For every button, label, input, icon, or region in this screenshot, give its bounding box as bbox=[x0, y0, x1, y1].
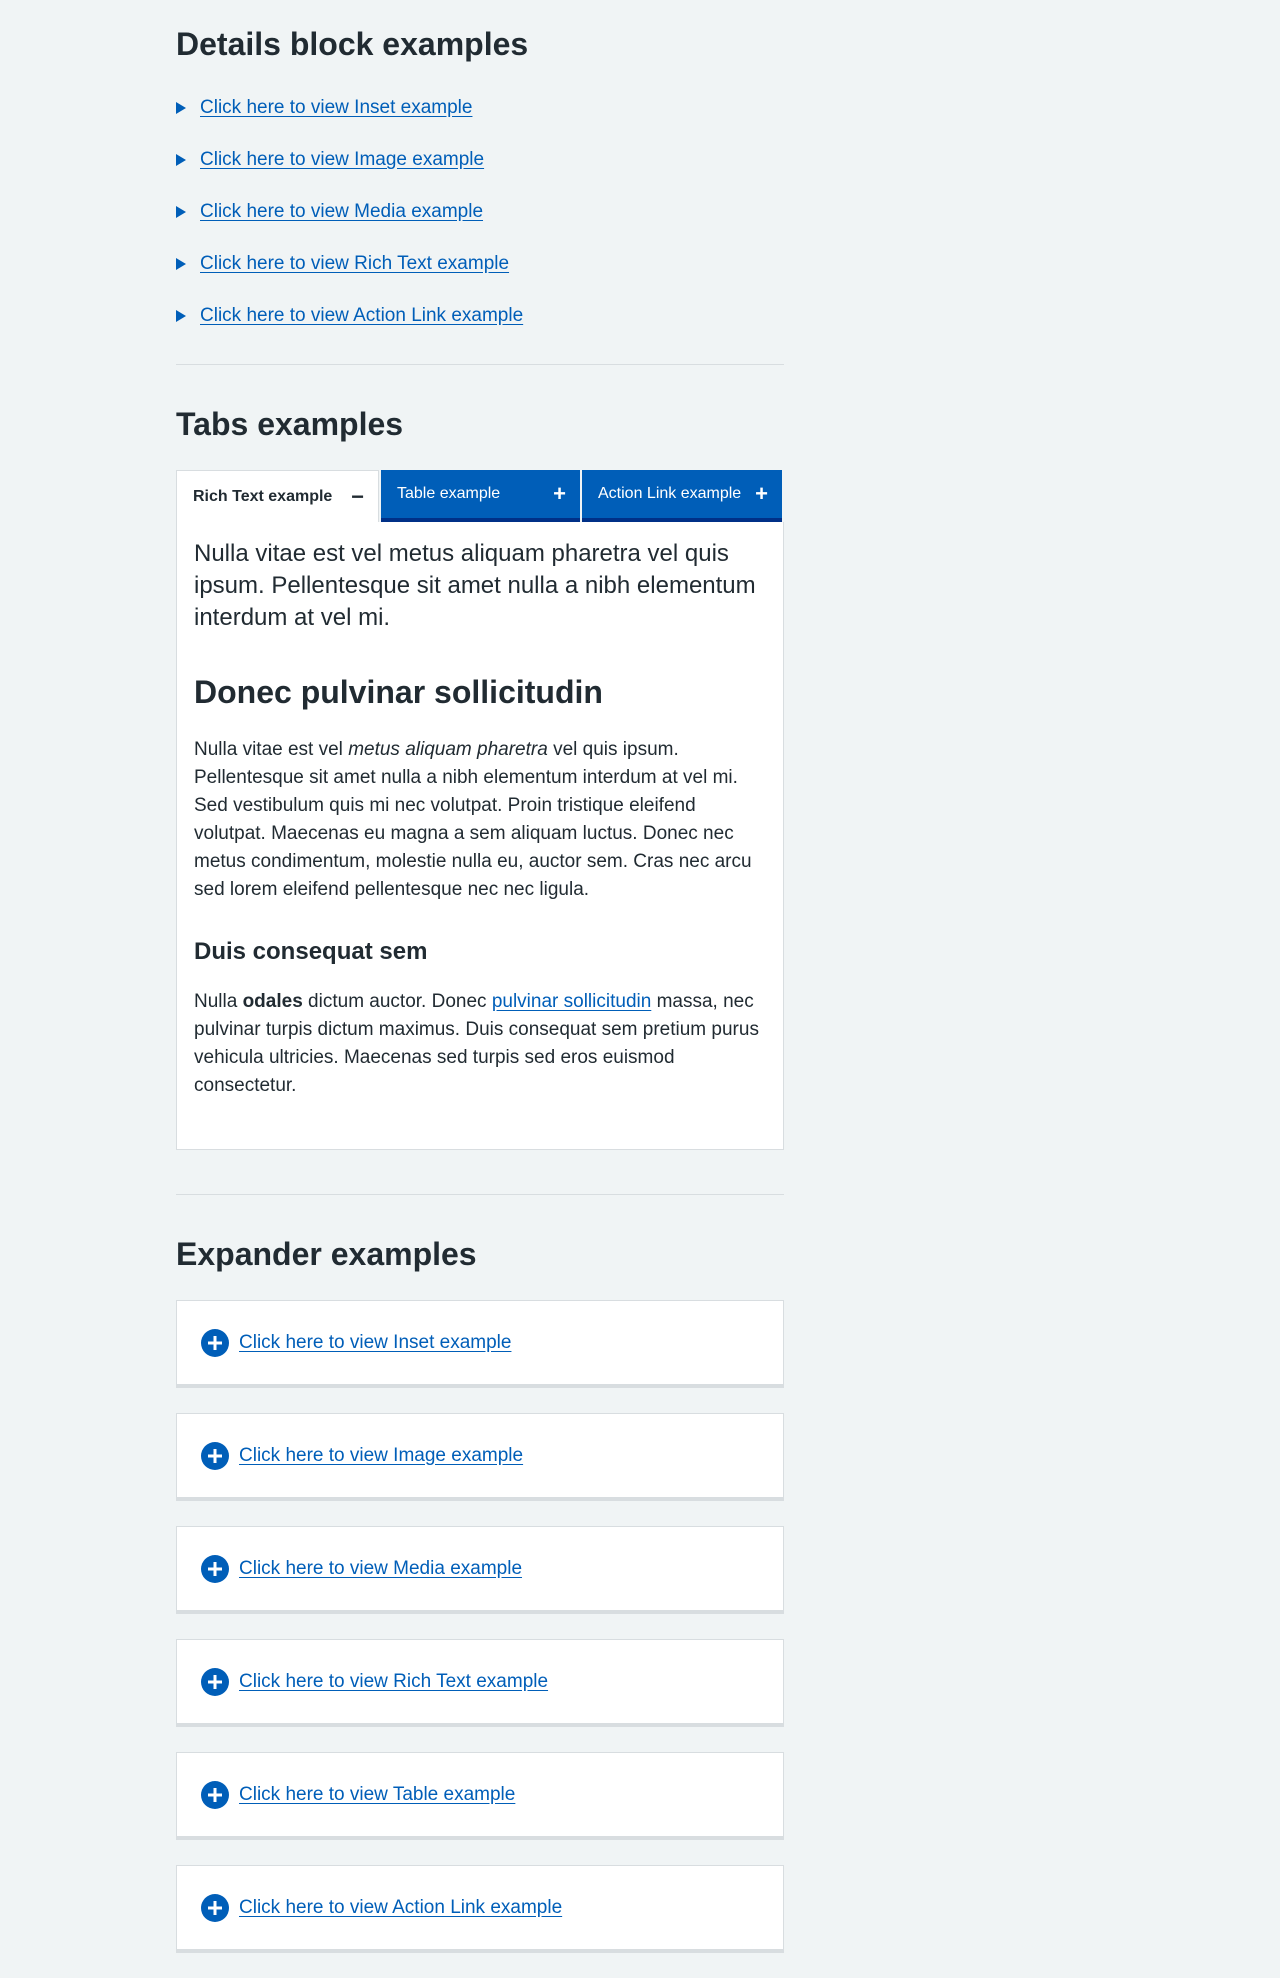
tab-list: Rich Text example − Table example + Acti… bbox=[176, 470, 784, 522]
text-run: vel quis ipsum. Pellentesque sit amet nu… bbox=[194, 739, 752, 900]
triangle-right-icon bbox=[176, 310, 186, 322]
details-summary-link[interactable]: Click here to view Action Link example bbox=[200, 305, 523, 327]
bold-text: odales bbox=[242, 991, 303, 1012]
italic-text: metus aliquam pharetra bbox=[348, 739, 548, 760]
section-divider bbox=[176, 1194, 784, 1195]
plus-circle-icon bbox=[201, 1667, 229, 1696]
expander-link[interactable]: Click here to view Image example bbox=[239, 1445, 523, 1467]
expander-link[interactable]: Click here to view Rich Text example bbox=[239, 1671, 548, 1693]
plus-icon: + bbox=[755, 481, 768, 506]
expander-link[interactable]: Click here to view Inset example bbox=[239, 1332, 511, 1354]
details-item-inset[interactable]: Click here to view Inset example bbox=[176, 82, 784, 134]
triangle-right-icon bbox=[176, 154, 186, 166]
expander-rich-text[interactable]: Click here to view Rich Text example bbox=[176, 1639, 784, 1727]
inline-link[interactable]: pulvinar sollicitudin bbox=[492, 991, 651, 1012]
expander-table[interactable]: Click here to view Table example bbox=[176, 1752, 784, 1840]
expander-title: Expander examples bbox=[176, 1236, 477, 1272]
lede-text: Nulla vitae est vel metus aliquam pharet… bbox=[194, 540, 756, 631]
section-divider bbox=[176, 364, 784, 365]
tab-label: Action Link example bbox=[598, 485, 742, 502]
tab-label: Table example bbox=[397, 485, 501, 502]
expander-link[interactable]: Click here to view Media example bbox=[239, 1558, 522, 1580]
tab-panel: Nulla vitae est vel metus aliquam pharet… bbox=[176, 522, 784, 1150]
panel-subheading: Duis consequat sem bbox=[194, 938, 428, 965]
plus-circle-icon bbox=[201, 1328, 229, 1357]
tabs-title: Tabs examples bbox=[176, 406, 404, 442]
expander-inset[interactable]: Click here to view Inset example bbox=[176, 1300, 784, 1388]
expander-action-link[interactable]: Click here to view Action Link example bbox=[176, 1865, 784, 1953]
triangle-right-icon bbox=[176, 258, 186, 270]
plus-circle-icon bbox=[201, 1893, 229, 1922]
details-item-image[interactable]: Click here to view Image example bbox=[176, 134, 784, 186]
details-section: Details block examples Click here to vie… bbox=[176, 24, 784, 342]
triangle-right-icon bbox=[176, 102, 186, 114]
expander-media[interactable]: Click here to view Media example bbox=[176, 1526, 784, 1614]
panel-paragraph-1: Nulla vitae est vel metus aliquam pharet… bbox=[194, 736, 766, 904]
expander-section: Expander examples Click here to view Ins… bbox=[176, 1234, 784, 1953]
triangle-right-icon bbox=[176, 206, 186, 218]
plus-circle-icon bbox=[201, 1554, 229, 1583]
details-summary-link[interactable]: Click here to view Image example bbox=[200, 149, 484, 171]
expander-link[interactable]: Click here to view Action Link example bbox=[239, 1897, 562, 1919]
text-run: Nulla bbox=[194, 991, 243, 1012]
plus-icon: + bbox=[553, 481, 566, 506]
text-run: Nulla vitae est vel bbox=[194, 739, 349, 760]
plus-circle-icon bbox=[201, 1441, 229, 1470]
tabs-section: Tabs examples Rich Text example − Table … bbox=[176, 404, 784, 1150]
details-summary-link[interactable]: Click here to view Rich Text example bbox=[200, 253, 509, 275]
details-item-media[interactable]: Click here to view Media example bbox=[176, 186, 784, 238]
panel-paragraph-2: Nulla odales dictum auctor. Donec pulvin… bbox=[194, 988, 766, 1100]
expander-image[interactable]: Click here to view Image example bbox=[176, 1413, 784, 1501]
tab-label: Rich Text example bbox=[193, 487, 333, 505]
text-run: dictum auctor. Donec bbox=[302, 991, 492, 1012]
tab-rich-text[interactable]: Rich Text example − bbox=[176, 470, 379, 522]
details-list: Click here to view Inset example Click h… bbox=[176, 82, 784, 342]
tab-table[interactable]: Table example + bbox=[381, 470, 580, 522]
details-item-action-link[interactable]: Click here to view Action Link example bbox=[176, 290, 784, 342]
expander-link[interactable]: Click here to view Table example bbox=[239, 1784, 515, 1806]
details-summary-link[interactable]: Click here to view Inset example bbox=[200, 97, 472, 119]
details-title: Details block examples bbox=[176, 26, 529, 62]
details-item-rich-text[interactable]: Click here to view Rich Text example bbox=[176, 238, 784, 290]
plus-circle-icon bbox=[201, 1780, 229, 1809]
minus-icon: − bbox=[351, 483, 364, 509]
details-summary-link[interactable]: Click here to view Media example bbox=[200, 201, 483, 223]
tab-action-link[interactable]: Action Link example + bbox=[582, 470, 782, 522]
panel-heading: Donec pulvinar sollicitudin bbox=[194, 674, 603, 710]
